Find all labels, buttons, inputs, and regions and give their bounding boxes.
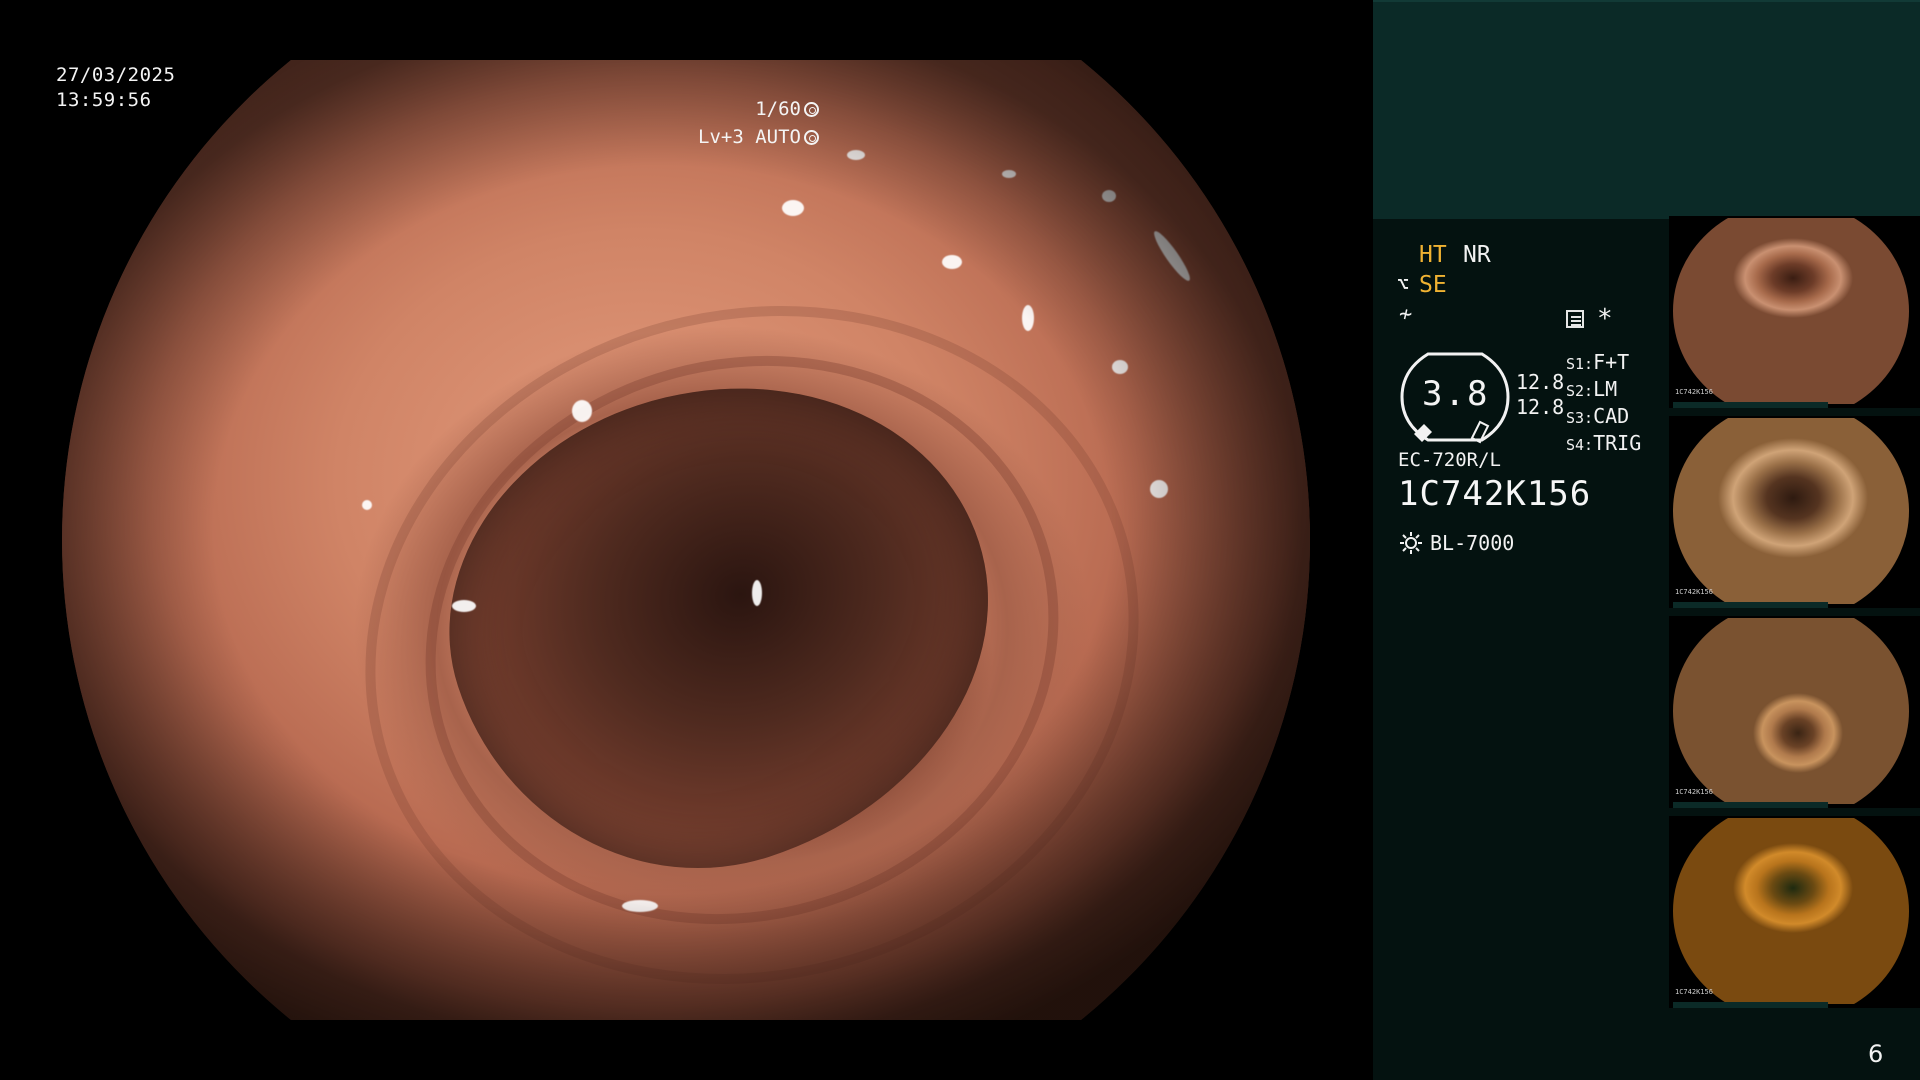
capture-time: 13:59:56 <box>56 89 152 111</box>
captured-image-thumbnail[interactable]: 1C742K156 <box>1669 216 1920 408</box>
color-enhance-icon: ≁ <box>1399 302 1413 327</box>
se-indicator: SE <box>1419 272 1447 298</box>
asterisk-indicator: * <box>1597 304 1613 334</box>
zoom-value: 3.8 <box>1422 374 1490 414</box>
capture-date: 27/03/2025 <box>56 64 176 86</box>
captured-image-thumbnail[interactable]: 1C742K156 <box>1669 816 1920 1008</box>
thumbnail-image <box>1673 418 1909 604</box>
memory-mode-icon <box>1566 310 1584 328</box>
captured-image-thumbnail[interactable]: 1C742K156 <box>1669 416 1920 608</box>
light-source-row: BL-7000 <box>1400 531 1514 555</box>
gauge-reading-bottom: 12.8 <box>1516 395 1565 419</box>
structure-enhance-icon: ⌥ <box>1397 272 1410 296</box>
shutter-speed-value: 1/60 <box>755 98 801 120</box>
scope-model: EC-720R/L <box>1398 449 1501 471</box>
page-number: 6 <box>1868 1040 1884 1068</box>
captured-image-thumbnail[interactable]: 1C742K156 <box>1669 616 1920 808</box>
ht-indicator: HT <box>1419 242 1447 268</box>
shutter-speed-readout: 1/60 <box>755 98 819 120</box>
switch-item: S1:F+T <box>1566 350 1630 374</box>
thumbnail-caption: 1C742K156 <box>1675 988 1713 996</box>
brightness-level-value: Lv+3 AUTO <box>698 126 801 148</box>
gauge-readings: 12.8 12.8 <box>1516 370 1564 420</box>
thumbnail-caption: 1C742K156 <box>1675 588 1713 596</box>
endoscope-live-image <box>62 60 1310 1020</box>
switch-item: S2:LM <box>1566 377 1618 401</box>
thumbnail-caption: 1C742K156 <box>1675 388 1713 396</box>
switch-item: S4:TRIG <box>1566 431 1642 455</box>
light-source-model: BL-7000 <box>1430 531 1515 555</box>
thumbnail-image <box>1673 218 1909 404</box>
thumbnail-image <box>1673 618 1909 804</box>
brightness-level-readout: Lv+3 AUTO <box>698 126 819 148</box>
scope-serial-number: 1C742K156 <box>1398 474 1592 514</box>
panel-header-area <box>1373 0 1920 219</box>
switch-item: S3:CAD <box>1566 404 1630 428</box>
nr-indicator: NR <box>1463 242 1491 268</box>
iris-icon <box>804 129 819 145</box>
endoscope-main-view: 27/03/2025 13:59:56 1/60 Lv+3 AUTO <box>0 0 1373 1080</box>
gauge-reading-top: 12.8 <box>1516 370 1565 394</box>
shutter-icon <box>804 101 819 117</box>
scope-switch-list: S1:F+T S2:LM S3:CAD S4:TRIG <box>1566 350 1641 458</box>
light-source-icon <box>1400 532 1422 554</box>
thumbnail-caption: 1C742K156 <box>1675 788 1713 796</box>
thumbnail-image <box>1673 818 1909 1004</box>
